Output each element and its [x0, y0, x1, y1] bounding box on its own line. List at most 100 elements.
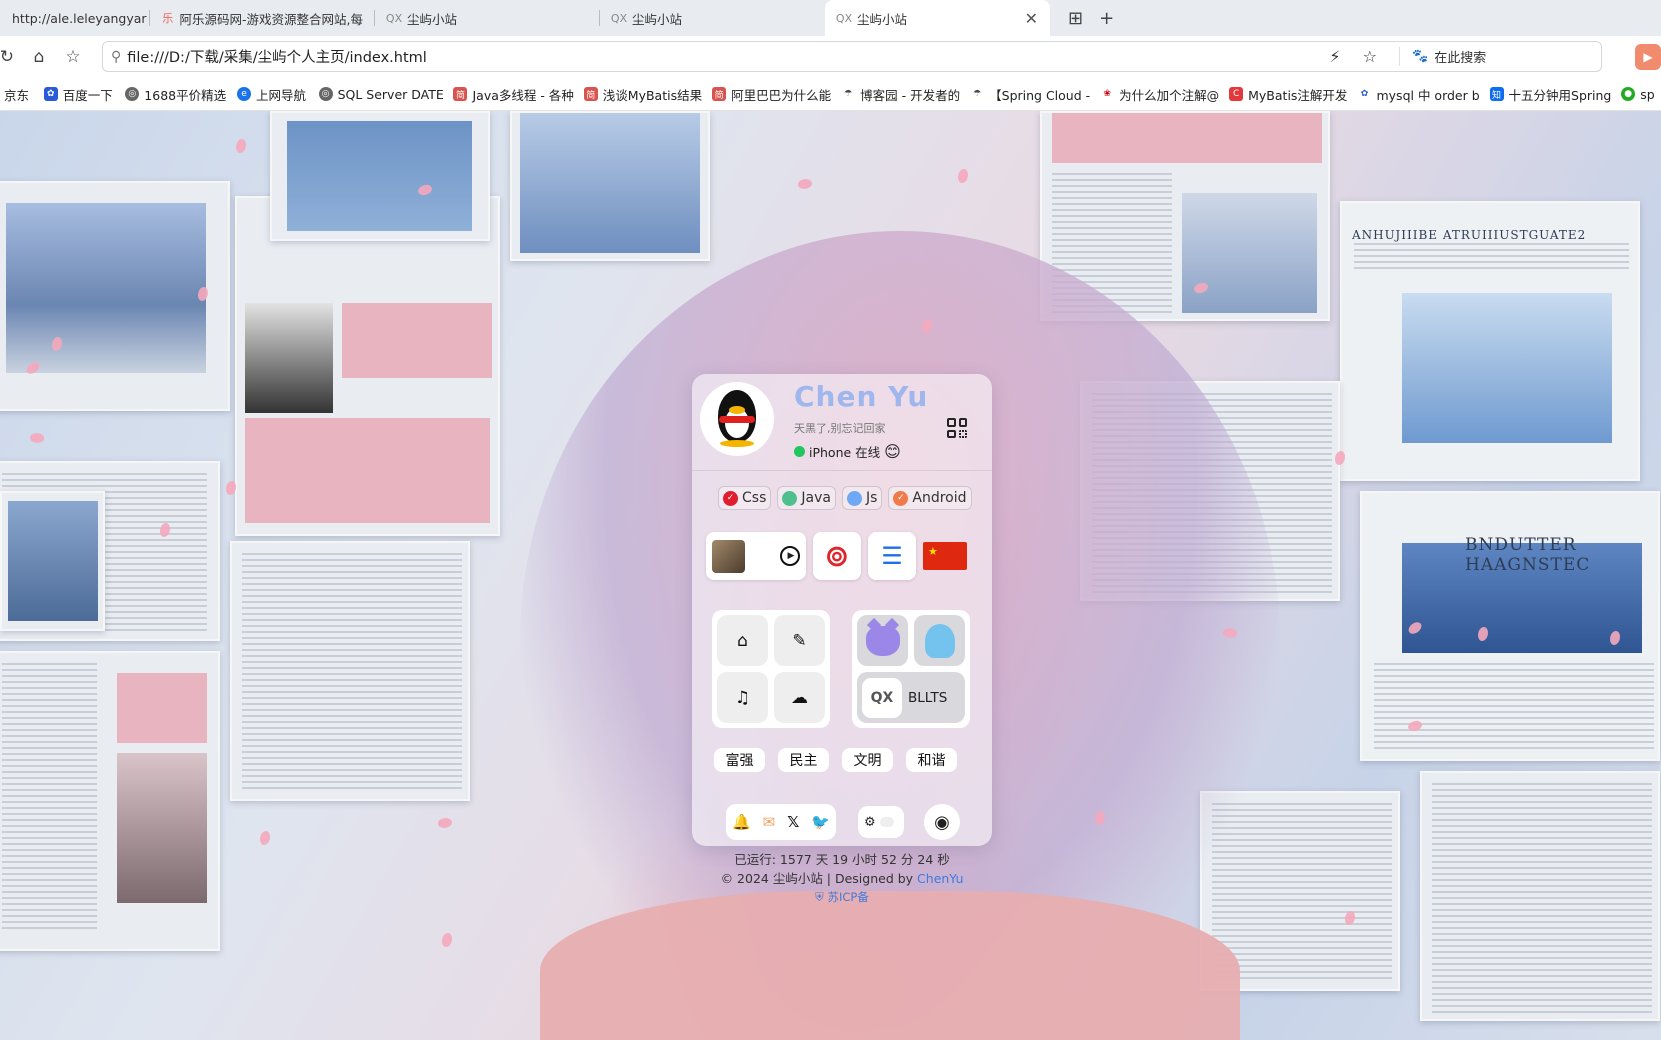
avatar[interactable]	[700, 382, 774, 456]
shield-icon: ⛨	[815, 890, 824, 904]
site-footer: 已运行: 1577 天 19 小时 52 分 24 秒 © 2024 尘屿小站 …	[692, 850, 992, 907]
bllts-button[interactable]: QX BLLTS	[857, 672, 965, 723]
album-cover	[712, 539, 745, 573]
search-engine-box[interactable]: 🐾 在此搜索	[1399, 47, 1589, 66]
skill-label: Css	[742, 490, 767, 506]
vue-icon	[782, 490, 798, 506]
home-icon[interactable]: ⌂	[717, 615, 768, 666]
lightning-icon[interactable]: ⚡	[1329, 47, 1340, 66]
theme-toggle[interactable]: ⚙	[858, 806, 904, 838]
menu-icon[interactable]: ☰	[868, 532, 916, 580]
music-note-icon[interactable]: ♫	[717, 672, 768, 723]
github-cat-icon	[865, 625, 900, 656]
bookmark-item[interactable]: 知十五分钟用Spring	[1482, 85, 1614, 104]
newspaper-clipping	[235, 196, 500, 536]
bookmark-label: 1688平价精选	[144, 87, 227, 103]
zhihu-icon: 知	[1489, 87, 1504, 101]
twitter-bird-icon[interactable]: 🐦	[811, 813, 830, 831]
github-cat-button[interactable]	[857, 615, 908, 666]
qq-penguin-icon	[712, 390, 762, 448]
extension-icon[interactable]: ▶	[1635, 44, 1661, 70]
new-tab-icon[interactable]: +	[1099, 8, 1114, 29]
bookmark-item[interactable]: 简浅谈MyBatis结果	[576, 85, 704, 104]
baidu-icon: ✿	[1357, 87, 1372, 101]
bookmark-label: SQL Server DATE	[337, 86, 444, 102]
china-flag-icon: ★	[923, 542, 967, 570]
bookmark-item[interactable]: ◎ 1688平价精选	[117, 85, 229, 104]
netease-music-icon[interactable]: ⊚	[813, 532, 861, 580]
music-player[interactable]: ▶	[706, 532, 806, 580]
site-favicon-icon: QX	[835, 11, 853, 25]
newspaper-clipping	[0, 491, 105, 631]
tab-grid-icon[interactable]: ⊞	[1068, 8, 1083, 29]
smile-emoji-icon: 😊	[884, 442, 901, 461]
search-placeholder: 在此搜索	[1434, 51, 1487, 66]
bookmark-star-icon[interactable]: ☆	[1363, 47, 1377, 66]
site-favicon-icon: QX	[385, 11, 403, 25]
skill-tag-js[interactable]: Js	[841, 486, 883, 510]
cloud-icon[interactable]: ☁	[774, 672, 825, 723]
status-text: iPhone 在线	[809, 445, 881, 460]
favorite-star-icon[interactable]: ☆	[58, 42, 88, 72]
newspaper-clipping	[270, 111, 490, 241]
petal	[796, 176, 814, 192]
tab-ale[interactable]: http://ale.leleyangyar	[0, 0, 150, 36]
newspaper-clipping	[0, 651, 220, 951]
bookmark-label: 上网导航	[256, 87, 307, 103]
octopus-button[interactable]	[914, 615, 965, 666]
react-icon	[846, 490, 862, 506]
jianshu-icon: 简	[712, 87, 727, 101]
newspaper-clipping	[230, 541, 470, 801]
skill-tags: ✓ Css Java Js ✓ Android	[718, 486, 972, 510]
tab-label: 尘屿小站	[632, 11, 683, 27]
petal	[436, 815, 454, 831]
skill-tag-css[interactable]: ✓ Css	[718, 486, 772, 510]
mail-icon[interactable]: ✉	[763, 813, 776, 831]
user-icon[interactable]: ◉	[924, 804, 960, 840]
bookmark-label: Java多线程 - 各种	[472, 87, 574, 103]
pencil-icon[interactable]: ✎	[774, 615, 825, 666]
octopus-icon	[924, 623, 955, 658]
skill-tag-android[interactable]: ✓ Android	[888, 486, 972, 510]
designer-link[interactable]: ChenYu	[917, 871, 963, 886]
newspaper-headline: ANHUJIIIBE ATRUIIIUSTGUATE2	[1352, 228, 1587, 242]
bookmark-item[interactable]: ❀ 为什么加个注解@	[1092, 85, 1221, 104]
bookmark-item[interactable]: ☂ 【Spring Cloud -	[962, 85, 1092, 104]
close-tab-icon[interactable]: ✕	[1025, 9, 1038, 28]
reload-icon[interactable]: ↻	[0, 42, 14, 72]
profile-motto: 天黑了,别忘记回家	[794, 422, 886, 435]
csdn-icon: C	[1229, 87, 1244, 101]
bookmark-item[interactable]: 简阿里巴巴为什么能	[704, 85, 833, 104]
newspaper-clipping	[510, 111, 710, 261]
x-icon[interactable]: 𝕏	[787, 813, 799, 831]
qq-icon[interactable]: 🔔	[732, 813, 751, 831]
bookmark-item[interactable]: C MyBatis注解开发	[1221, 85, 1349, 104]
qx-logo-icon: QX	[862, 677, 902, 718]
bookmark-item[interactable]: ☂ 博客园 - 开发者的	[833, 85, 962, 104]
bookmark-label: sp	[1640, 86, 1655, 102]
url-text: file:///D:/下载/采集/尘屿个人主页/index.html	[127, 50, 427, 66]
bookmark-item[interactable]: ● sp	[1613, 87, 1661, 102]
social-links: 🔔 ✉ 𝕏 🐦	[726, 804, 836, 840]
url-field[interactable]: ⚲ file:///D:/下载/采集/尘屿个人主页/index.html ⚡ ☆…	[102, 41, 1602, 72]
bookmark-item[interactable]: 京东	[0, 85, 36, 104]
bookmark-item[interactable]: ✿ mysql 中 order b	[1349, 85, 1481, 104]
tab-chenyu-1[interactable]: QX 尘屿小站	[375, 0, 600, 36]
copyright-line: © 2024 尘屿小站 | Designed by ChenYu	[692, 869, 992, 888]
skill-tag-java[interactable]: Java	[777, 486, 836, 510]
baidu-icon: ✿	[43, 87, 58, 101]
tab-chenyu-active[interactable]: QX 尘屿小站 ✕	[825, 0, 1050, 36]
icp-link[interactable]: ⛨ 苏ICP备	[692, 888, 992, 907]
bookmark-item[interactable]: ✿ 百度一下	[36, 85, 118, 104]
site-favicon-icon: 乐	[162, 12, 174, 25]
bookmark-item[interactable]: ◎ SQL Server DATE	[311, 87, 446, 102]
bookmark-item[interactable]: e 上网导航	[229, 85, 311, 104]
play-icon[interactable]: ▶	[780, 546, 800, 566]
bookmark-label: 京东	[4, 87, 30, 103]
tab-aleyuanma[interactable]: 乐 阿乐源码网-游戏资源整合网站,每	[150, 0, 375, 36]
tab-chenyu-2[interactable]: QX 尘屿小站	[600, 0, 825, 36]
qrcode-icon[interactable]	[947, 418, 967, 438]
home-icon[interactable]: ⌂	[24, 42, 54, 72]
bookmark-item[interactable]: 简 Java多线程 - 各种	[445, 85, 575, 104]
petal	[29, 431, 45, 445]
